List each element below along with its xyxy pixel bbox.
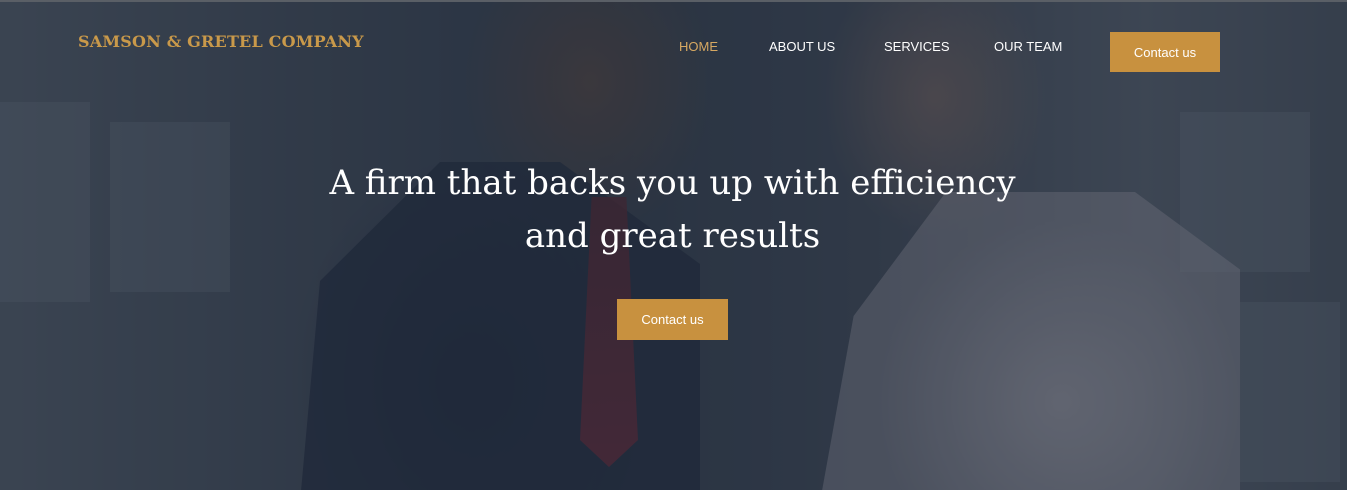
hero-headline-line-2: and great results — [524, 216, 821, 256]
hero-headline: A firm that backs you up with efficiency… — [300, 157, 1045, 263]
nav-about-us[interactable]: ABOUT US — [769, 39, 835, 54]
nav-services[interactable]: SERVICES — [884, 39, 950, 54]
hero-contact-button[interactable]: Contact us — [617, 299, 728, 340]
header-contact-button[interactable]: Contact us — [1110, 32, 1220, 72]
hero-section: SAMSON & GRETEL COMPANY HOME ABOUT US SE… — [0, 0, 1347, 490]
hero-headline-line-1: A firm that backs you up with efficiency — [329, 163, 1016, 203]
nav-our-team[interactable]: OUR TEAM — [994, 39, 1062, 54]
nav-home[interactable]: HOME — [679, 39, 718, 54]
brand-logo-text[interactable]: SAMSON & GRETEL COMPANY — [78, 32, 364, 51]
